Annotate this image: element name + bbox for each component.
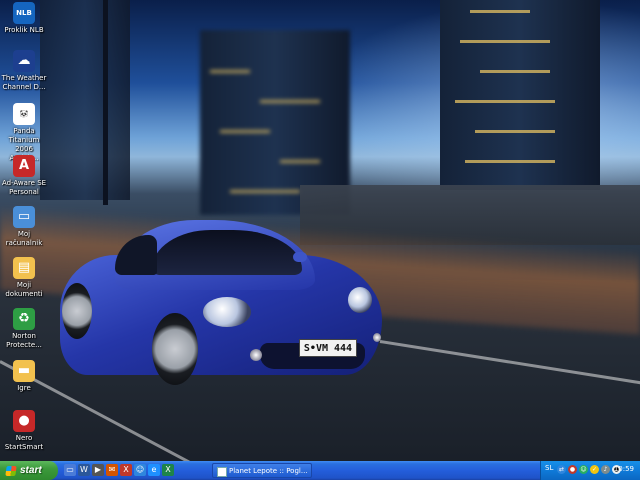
desktop-shortcut[interactable]: 🐼Panda Titanium 2006 Antivir... — [0, 103, 48, 163]
folder-icon: ▬ — [13, 360, 35, 382]
excel-icon[interactable]: X — [120, 464, 132, 476]
outlook-icon[interactable]: ✉ — [106, 464, 118, 476]
antivirus-icon[interactable]: ● — [568, 465, 577, 474]
building-left — [40, 0, 130, 200]
license-plate: S•VM 444 — [299, 339, 357, 357]
my-documents-icon: ▤ — [13, 257, 35, 279]
adaware-icon: A — [13, 155, 35, 177]
speaker-icon[interactable]: ♪ — [601, 465, 610, 474]
messenger-icon[interactable]: ☺ — [134, 464, 146, 476]
car-headlight — [348, 287, 372, 313]
desktop-shortcut[interactable]: A Ad-Aware SE Personal — [0, 155, 48, 197]
panda-icon: 🐼 — [13, 103, 35, 125]
desktop-shortcut[interactable]: ♻ Norton Protecte... — [0, 308, 48, 350]
windows-logo-icon — [5, 465, 17, 476]
car-headlight — [203, 297, 251, 327]
desktop-shortcut-label: The Weather Channel D... — [1, 74, 47, 91]
building-right — [440, 0, 600, 190]
desktop-icon[interactable]: ▭ — [64, 464, 76, 476]
car-wheel — [62, 283, 92, 339]
bank-icon: NLB — [13, 2, 35, 24]
clock[interactable]: 10:59 — [614, 465, 634, 473]
desktop-shortcut-label: Proklik NLB — [4, 26, 44, 34]
start-label: start — [20, 465, 42, 476]
desktop-shortcut[interactable]: ▭ Moj računalnik — [0, 206, 48, 248]
desktop-shortcut[interactable]: ▬ Igre — [0, 360, 48, 393]
taskbar-window-label: Planet Lepote :: Pogl... — [229, 467, 308, 475]
weather-icon: ☁ — [13, 50, 35, 72]
word-icon[interactable]: W — [78, 464, 90, 476]
desktop-shortcut-label: Norton Protecte... — [6, 332, 42, 349]
desktop-shortcut[interactable]: ▤ Moji dokumenti — [0, 257, 48, 299]
car-wheel — [152, 313, 198, 385]
car-foglight — [373, 333, 381, 342]
ie-icon[interactable]: e — [148, 464, 160, 476]
start-button[interactable]: start — [0, 461, 58, 480]
quick-launch: ▭ W ▶ ✉ X ☺ e X — [64, 464, 174, 477]
taskbar-window-button[interactable]: Planet Lepote :: Pogl... — [212, 463, 312, 478]
car-mirror — [293, 252, 307, 262]
street-pole — [103, 0, 108, 205]
car-side-window — [115, 235, 157, 275]
norton-tray-icon[interactable]: ✓ — [590, 465, 599, 474]
desktop-shortcut-label: Nero StartSmart — [4, 434, 44, 451]
desktop-shortcut-label: Moj računalnik — [5, 230, 43, 247]
network-icon[interactable]: ⇄ — [557, 465, 566, 474]
my-computer-icon: ▭ — [13, 206, 35, 228]
desktop-shortcut-label: Ad-Aware SE Personal — [1, 179, 47, 196]
desktop-shortcut[interactable]: ☁ The Weather Channel D... — [0, 50, 48, 92]
desktop-shortcut-label: Moji dokumenti — [5, 281, 43, 298]
desktop-shortcut[interactable]: ● Nero StartSmart — [0, 410, 48, 452]
tray-icons: ⇄ ● ☺ ✓ ♪ ● — [557, 465, 621, 474]
spreadsheet-icon[interactable]: X — [162, 464, 174, 476]
browser-window-icon — [217, 467, 227, 477]
desktop-shortcut-label: Igre — [17, 384, 31, 392]
recycle-bin-icon: ♻ — [13, 308, 35, 330]
desktop-shortcut[interactable]: NLB Proklik NLB — [0, 2, 48, 35]
sports-car: S•VM 444 — [60, 215, 390, 390]
car-foglight — [250, 349, 262, 361]
messenger-tray-icon[interactable]: ☺ — [579, 465, 588, 474]
media-icon[interactable]: ▶ — [92, 464, 104, 476]
desktop[interactable]: S•VM 444 NLB Proklik NLB ☁ The Weather Chan… — [0, 0, 640, 461]
nero-icon: ● — [13, 410, 35, 432]
system-tray: SL ⇄ ● ☺ ✓ ♪ ● 10:59 — [540, 461, 640, 480]
language-indicator[interactable]: SL — [545, 464, 553, 472]
taskbar: start ▭ W ▶ ✉ X ☺ e X Planet Lepote :: Pogl... … — [0, 461, 640, 480]
